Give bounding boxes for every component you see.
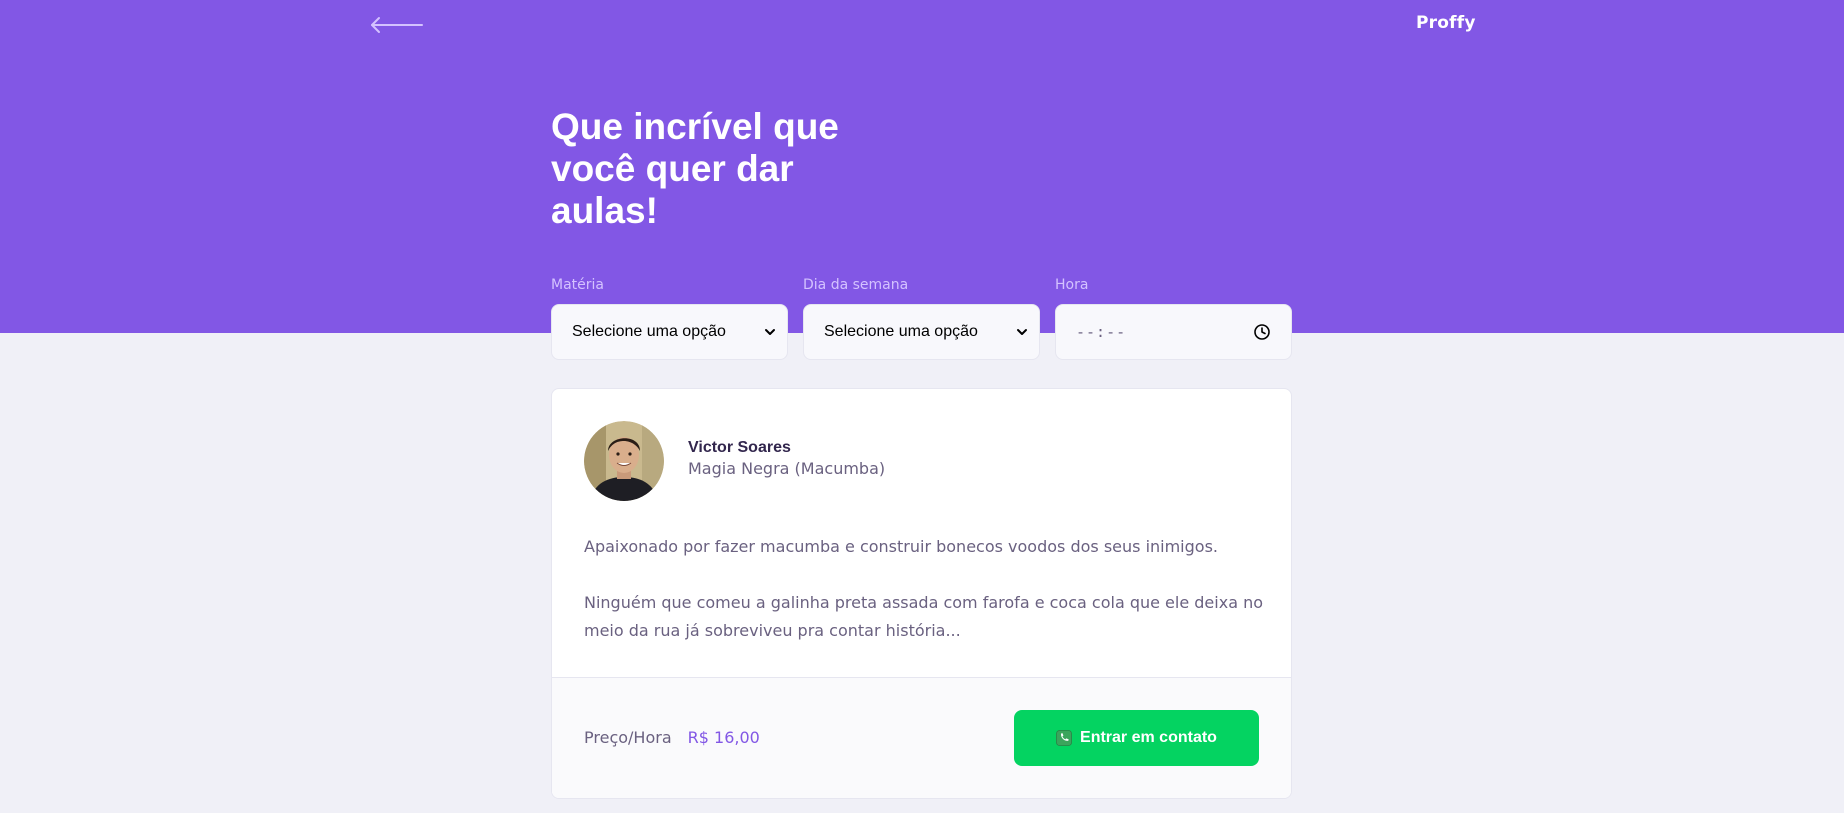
week-day-select[interactable]: Selecione uma opção — [803, 304, 1040, 360]
teacher-subject: Magia Negra (Macumba) — [688, 459, 886, 478]
subject-select-value: Selecione uma opção — [572, 323, 726, 340]
teacher-card: Victor Soares Magia Negra (Macumba) Apai… — [551, 388, 1292, 799]
chevron-down-icon — [1017, 329, 1027, 335]
filter-week-day-label: Dia da semana — [803, 277, 909, 293]
week-day-select-value: Selecione uma opção — [824, 323, 978, 340]
chevron-down-icon — [765, 329, 775, 335]
price-label: Preço/Hora — [584, 728, 672, 747]
logo: Proffy — [1416, 13, 1476, 33]
price-value: R$ 16,00 — [687, 728, 760, 747]
teacher-bio: Apaixonado por fazer macumba e construir… — [584, 533, 1264, 645]
filter-time-label: Hora — [1055, 277, 1089, 293]
avatar — [584, 421, 664, 501]
time-input[interactable]: --:-- — [1055, 304, 1292, 360]
time-input-value: --:-- — [1076, 323, 1127, 341]
filter-week-day: Dia da semana Selecione uma opção — [803, 276, 1040, 360]
filter-subject: Matéria Selecione uma opção — [551, 276, 788, 360]
price: Preço/Hora R$ 16,00 — [584, 728, 760, 747]
top-bar: Proffy — [0, 0, 1844, 50]
page-title: Que incrível que você quer dar aulas! — [551, 106, 839, 231]
teacher-card-header: Victor Soares Magia Negra (Macumba) — [584, 421, 885, 501]
teacher-bio-paragraph: Apaixonado por fazer macumba e construir… — [584, 537, 1218, 556]
phone-icon — [1056, 730, 1072, 746]
teacher-name: Victor Soares — [688, 439, 791, 456]
clock-icon[interactable] — [1253, 323, 1271, 341]
contact-button-label: Entrar em contato — [1080, 729, 1217, 746]
teacher-info: Victor Soares Magia Negra (Macumba) — [688, 438, 885, 480]
filter-time: Hora --:-- — [1055, 276, 1292, 360]
contact-button[interactable]: Entrar em contato — [1014, 710, 1259, 766]
filter-subject-label: Matéria — [551, 277, 604, 293]
subject-select[interactable]: Selecione uma opção — [551, 304, 788, 360]
arrow-left-icon — [371, 17, 423, 33]
teacher-bio-paragraph: Ninguém que comeu a galinha preta assada… — [584, 593, 1264, 640]
back-link[interactable] — [370, 14, 424, 36]
teacher-card-footer: Preço/Hora R$ 16,00 Entrar em contato — [552, 677, 1291, 798]
